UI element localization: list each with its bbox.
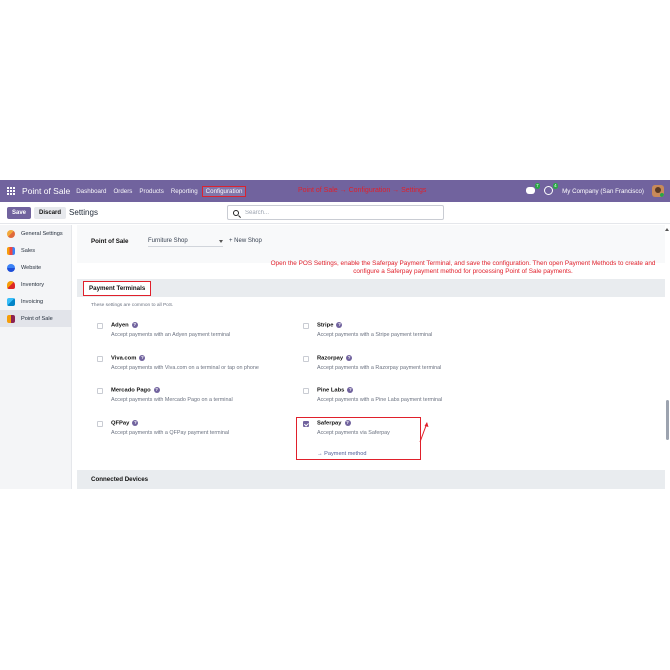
inventory-icon	[7, 280, 15, 289]
search-icon	[233, 209, 239, 216]
sidebar-item-label: General Settings	[21, 230, 63, 237]
sidebar-item-label: Inventory	[21, 281, 45, 288]
apps-menu-icon[interactable]	[6, 186, 16, 196]
pos-icon	[7, 314, 15, 323]
sidebar-item-point-of-sale[interactable]: Point of Sale	[0, 310, 71, 327]
setting-description: Accept payments with an Adyen payment te…	[111, 332, 231, 338]
pos-label: Point of Sale	[91, 238, 129, 245]
viva-com-checkbox[interactable]	[97, 356, 103, 362]
sidebar-item-sales[interactable]: Sales	[0, 242, 71, 259]
pine-labs-checkbox[interactable]	[303, 388, 309, 394]
help-icon: ?	[336, 322, 343, 328]
menu-configuration[interactable]: Configuration	[201, 185, 247, 197]
app-title[interactable]: Point of Sale	[22, 186, 70, 196]
menu-dashboard[interactable]: Dashboard	[76, 188, 106, 195]
annotation-highlight-box	[296, 417, 421, 460]
top-navbar: Point of Sale Dashboard Orders Products …	[0, 180, 670, 202]
sidebar-item-invoicing[interactable]: Invoicing	[0, 293, 71, 310]
annotation-breadcrumb: Point of Sale → Configuration → Settings	[298, 187, 427, 194]
razorpay-checkbox[interactable]	[303, 356, 309, 362]
odoo-window: Point of Sale Dashboard Orders Products …	[0, 180, 670, 489]
section-header: Payment Terminals	[77, 279, 665, 297]
help-icon: ?	[153, 387, 160, 393]
sidebar-item-label: Sales	[21, 247, 35, 254]
discard-button[interactable]: Discard	[34, 206, 67, 219]
discuss-icon[interactable]: 7	[526, 183, 541, 196]
setting-description: Accept payments with a Stripe payment te…	[317, 332, 433, 338]
company-switcher[interactable]: My Company (San Francisco)	[562, 188, 644, 195]
annotation-arrow-icon	[419, 422, 429, 443]
setting-title: Mercado Pago?	[111, 387, 160, 394]
section-title-connected-devices: Connected Devices	[91, 476, 149, 483]
shop-select-value: Furniture Shop	[148, 238, 188, 244]
sidebar-item-inventory[interactable]: Inventory	[0, 276, 71, 293]
help-icon: ?	[132, 420, 139, 426]
settings-sidebar: General Settings Sales Website Inventory…	[0, 225, 72, 489]
control-panel: Save Discard Settings	[0, 202, 670, 224]
shop-select[interactable]: Furniture Shop	[148, 238, 223, 247]
setting-title: Viva.com?	[111, 355, 146, 362]
user-avatar[interactable]	[652, 185, 664, 197]
stripe-checkbox[interactable]	[303, 323, 309, 329]
scroll-up-icon[interactable]	[665, 228, 669, 231]
help-icon: ?	[346, 355, 353, 361]
menu-products[interactable]: Products	[139, 188, 163, 195]
discuss-badge: 7	[534, 183, 541, 189]
sales-icon	[7, 246, 15, 255]
invoicing-icon	[7, 297, 15, 306]
setting-title: Adyen?	[111, 322, 138, 329]
settings-main: Point of Sale Furniture Shop + New Shop …	[77, 225, 665, 489]
help-icon: ?	[131, 322, 138, 328]
new-shop-button[interactable]: + New Shop	[229, 238, 262, 244]
setting-description: Accept payments with a Pine Labs payment…	[317, 397, 443, 403]
qfpay-checkbox[interactable]	[97, 421, 103, 427]
pos-selector-bar: Point of Sale Furniture Shop + New Shop	[77, 225, 665, 263]
setting-description: Accept payments with Mercado Pago on a t…	[111, 397, 233, 403]
scrollbar-thumb[interactable]	[666, 400, 669, 440]
help-icon: ?	[139, 355, 146, 361]
sidebar-item-label: Point of Sale	[21, 315, 53, 322]
activity-badge: 4	[552, 183, 559, 189]
page-title: Settings	[69, 208, 98, 217]
section-header-connected-devices: Connected Devices	[77, 470, 665, 489]
sidebar-item-label: Invoicing	[21, 298, 44, 305]
setting-title: Razorpay?	[317, 355, 353, 362]
section-help-text: These settings are common to all PoS.	[91, 303, 174, 308]
setting-description: Accept payments with a Razorpay payment …	[317, 365, 442, 371]
activity-clock-icon[interactable]: 4	[544, 183, 559, 196]
search-input[interactable]	[245, 209, 425, 216]
menu-orders[interactable]: Orders	[113, 188, 132, 195]
annotation-instruction: Open the POS Settings, enable the Saferp…	[270, 260, 656, 275]
website-icon	[7, 263, 15, 272]
sidebar-item-label: Website	[21, 264, 42, 271]
save-button[interactable]: Save	[7, 206, 32, 219]
setting-title: Stripe?	[317, 322, 343, 329]
setting-title: QFPay?	[111, 420, 139, 427]
menu-reporting[interactable]: Reporting	[171, 188, 198, 195]
setting-title: Pine Labs?	[317, 387, 354, 394]
sidebar-item-website[interactable]: Website	[0, 259, 71, 276]
general-settings-icon	[7, 229, 15, 238]
search-box[interactable]	[227, 205, 444, 220]
adyen-checkbox[interactable]	[97, 323, 103, 329]
chevron-down-icon	[219, 240, 223, 243]
sidebar-item-general-settings[interactable]: General Settings	[0, 225, 71, 242]
setting-description: Accept payments with a QFPay payment ter…	[111, 430, 230, 436]
mercado-pago-checkbox[interactable]	[97, 388, 103, 394]
section-title-payment-terminals: Payment Terminals	[83, 281, 152, 296]
help-icon: ?	[347, 387, 354, 393]
setting-description: Accept payments with Viva.com on a termi…	[111, 365, 259, 371]
navbar-right: 7 4 My Company (San Francisco)	[526, 180, 664, 202]
